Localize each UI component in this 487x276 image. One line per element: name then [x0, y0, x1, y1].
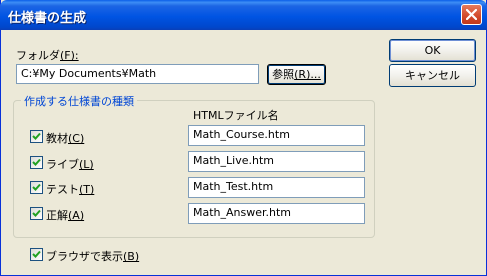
folder-path-input[interactable]: C:¥My Documents¥Math [16, 64, 259, 84]
checkmark-icon [32, 158, 41, 166]
dialog-window: 仕様書の生成 フォルダ(F): C:¥My Documents¥Math 参照(… [0, 0, 487, 276]
filename-column-header: HTMLファイル名 [193, 109, 279, 122]
course-accel: (C) [68, 132, 85, 145]
course-filename-input[interactable]: Math_Course.htm [188, 125, 365, 146]
browser-label-text: ブラウザで表示 [46, 250, 123, 263]
folder-accel: (F): [60, 49, 79, 62]
live-checkbox[interactable] [30, 156, 43, 169]
course-label-text: 教材 [46, 132, 68, 145]
live-filename-input[interactable]: Math_Live.htm [188, 151, 365, 172]
test-accel: (T) [79, 183, 95, 196]
group-title: 作成する仕様書の種類 [21, 93, 137, 109]
test-label[interactable]: テスト(T) [46, 181, 94, 197]
folder-label-text: フォルダ [16, 49, 60, 62]
live-accel: (L) [79, 158, 94, 171]
browser-label[interactable]: ブラウザで表示(B) [46, 248, 139, 264]
answer-label[interactable]: 正解(A) [46, 207, 84, 223]
browser-checkbox[interactable] [30, 248, 43, 261]
course-label[interactable]: 教材(C) [46, 130, 84, 146]
browse-accel: (R)... [294, 68, 321, 81]
test-label-text: テスト [46, 183, 79, 196]
title-bar[interactable]: 仕様書の生成 [0, 0, 487, 30]
checkmark-icon [32, 209, 41, 217]
browse-button[interactable]: 参照(R)... [267, 64, 326, 85]
window-title: 仕様書の生成 [8, 11, 87, 26]
course-checkbox[interactable] [30, 130, 43, 143]
answer-accel: (A) [68, 209, 85, 222]
ok-button[interactable]: OK [389, 39, 476, 62]
checkmark-icon [32, 183, 41, 191]
checkmark-icon [32, 250, 41, 258]
live-label[interactable]: ライブ(L) [46, 156, 94, 172]
close-button[interactable] [461, 4, 482, 25]
folder-label: フォルダ(F): [16, 47, 79, 63]
live-label-text: ライブ [46, 158, 79, 171]
cancel-button[interactable]: キャンセル [389, 64, 476, 87]
test-filename-input[interactable]: Math_Test.htm [188, 177, 365, 198]
answer-filename-input[interactable]: Math_Answer.htm [188, 203, 365, 224]
test-checkbox[interactable] [30, 181, 43, 194]
answer-label-text: 正解 [46, 209, 68, 222]
checkmark-icon [32, 132, 41, 140]
browser-accel: (B) [123, 250, 140, 263]
answer-checkbox[interactable] [30, 207, 43, 220]
close-icon [466, 9, 477, 20]
browse-label: 参照 [272, 68, 295, 81]
